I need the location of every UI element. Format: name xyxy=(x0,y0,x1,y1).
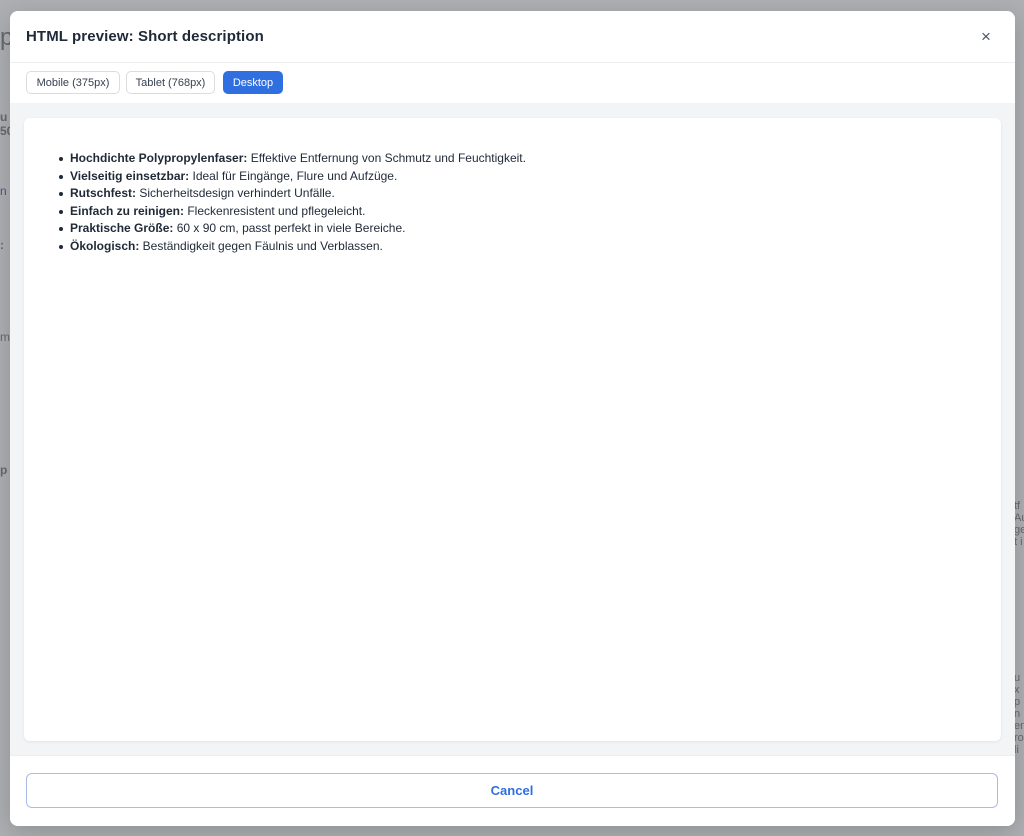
list-item: Vielseitig einsetzbar: Ideal für Eingäng… xyxy=(59,168,526,186)
viewport-tabs: Mobile (375px) Tablet (768px) Desktop xyxy=(10,63,1015,103)
bullet-icon xyxy=(59,192,63,196)
modal-title: HTML preview: Short description xyxy=(26,28,264,45)
list-item: Ökologisch: Beständigkeit gegen Fäulnis … xyxy=(59,238,526,256)
item-text: Fleckenresistent und pflegeleicht. xyxy=(184,203,366,218)
modal-header: HTML preview: Short description × xyxy=(10,11,1015,63)
list-item: Praktische Größe: 60 x 90 cm, passt perf… xyxy=(59,220,526,238)
tab-mobile[interactable]: Mobile (375px) xyxy=(26,71,120,94)
list-item: Rutschfest: Sicherheitsdesign verhindert… xyxy=(59,185,526,203)
item-label: Praktische Größe: xyxy=(70,221,174,235)
item-label: Ökologisch: xyxy=(70,238,140,253)
item-label: Rutschfest: xyxy=(70,186,137,200)
item-label: Hochdichte Polypropylenfaser: xyxy=(70,151,248,165)
bullet-icon xyxy=(59,174,63,179)
bullet-icon xyxy=(59,227,63,231)
bullet-icon xyxy=(59,157,63,161)
close-icon[interactable]: × xyxy=(975,26,997,48)
item-text: Sicherheitsdesign verhindert Unfälle. xyxy=(136,186,335,200)
item-text: 60 x 90 cm, passt perfekt in viele Berei… xyxy=(173,221,406,235)
bullet-icon xyxy=(59,244,63,249)
item-text: Ideal für Eingänge, Flure und Aufzüge. xyxy=(189,168,398,183)
list-item: Hochdichte Polypropylenfaser: Effektive … xyxy=(59,150,526,168)
preview-panel: Hochdichte Polypropylenfaser: Effektive … xyxy=(24,118,1001,741)
list-item: Einfach zu reinigen: Fleckenresistent un… xyxy=(59,203,526,221)
html-preview-modal: HTML preview: Short description × Mobile… xyxy=(10,11,1015,826)
cancel-button[interactable]: Cancel xyxy=(26,773,998,808)
preview-list: Hochdichte Polypropylenfaser: Effektive … xyxy=(59,150,526,256)
tab-desktop[interactable]: Desktop xyxy=(223,71,283,94)
item-text: Beständigkeit gegen Fäulnis und Verblass… xyxy=(139,238,383,253)
modal-footer: Cancel xyxy=(10,755,1015,826)
item-text: Effektive Entfernung von Schmutz und Feu… xyxy=(247,151,526,165)
item-label: Einfach zu reinigen: xyxy=(70,203,185,218)
item-label: Vielseitig einsetzbar: xyxy=(70,168,190,183)
tab-tablet[interactable]: Tablet (768px) xyxy=(126,71,215,94)
bullet-icon xyxy=(59,209,63,214)
